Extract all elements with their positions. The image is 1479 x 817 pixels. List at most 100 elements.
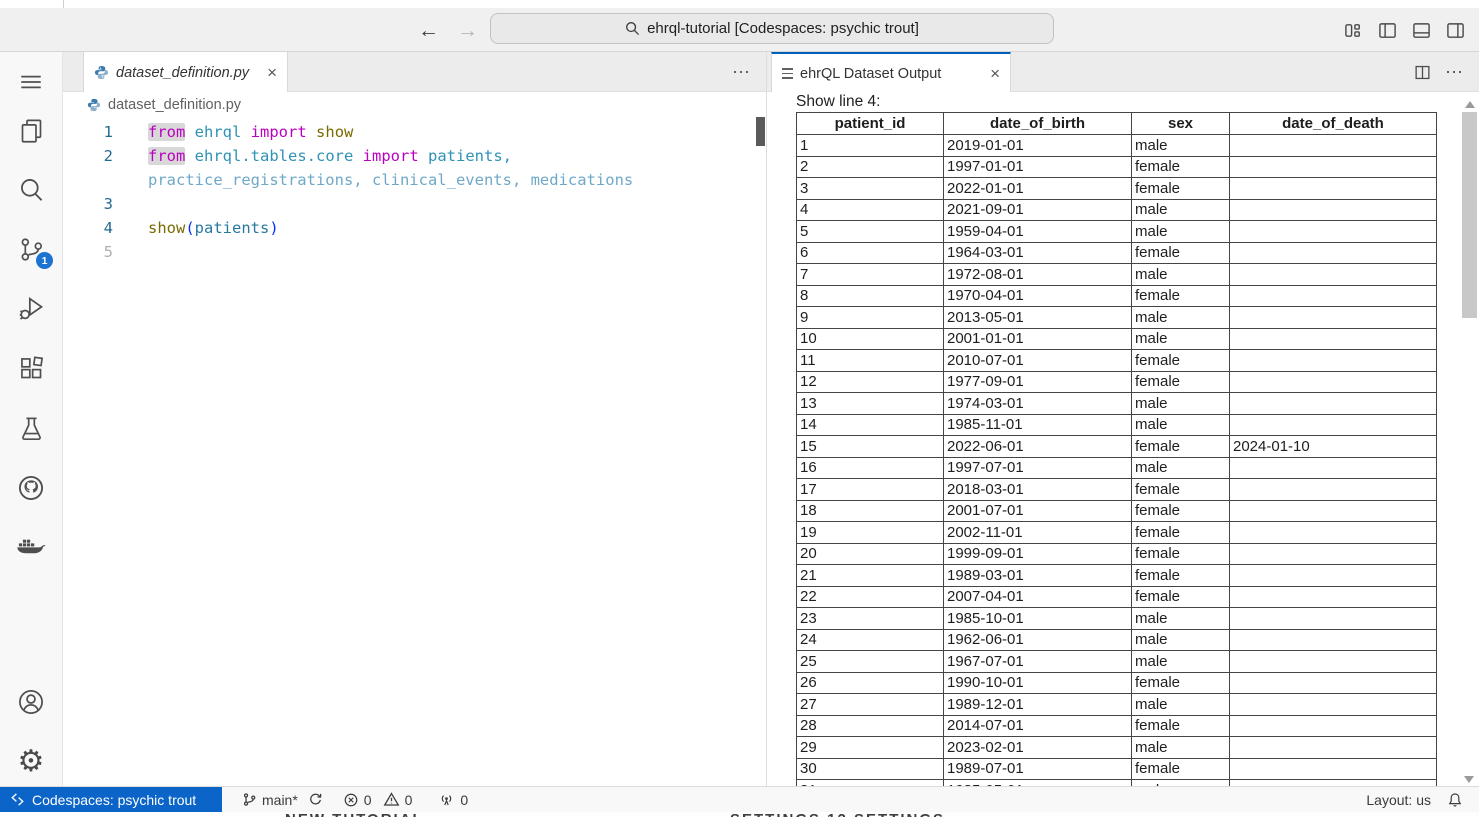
command-center[interactable]: ehrql-tutorial [Codespaces: psychic trou… xyxy=(490,13,1054,44)
remote-indicator[interactable]: Codespaces: psychic trout xyxy=(0,787,222,812)
table-cell xyxy=(1230,651,1437,673)
table-row: 12019-01-01male xyxy=(797,135,1437,157)
sidebar-item-source-control[interactable]: 1 xyxy=(0,225,62,273)
table-row: 251967-07-01male xyxy=(797,651,1437,673)
sidebar-item-extensions[interactable] xyxy=(0,344,62,392)
webview-scrollbar[interactable] xyxy=(1462,98,1477,786)
table-cell: 18 xyxy=(797,500,944,522)
table-cell: 14 xyxy=(797,414,944,436)
branch-label: main* xyxy=(262,792,298,808)
table-cell xyxy=(1230,285,1437,307)
line-number[interactable]: 1 xyxy=(63,120,113,144)
table-cell: 4 xyxy=(797,199,944,221)
toggle-primary-sidebar-icon[interactable] xyxy=(1378,21,1397,40)
table-row: 92013-05-01male xyxy=(797,307,1437,329)
line-number[interactable]: 3 xyxy=(63,192,113,216)
table-cell: 23 xyxy=(797,608,944,630)
scrollbar-thumb[interactable] xyxy=(1462,112,1477,318)
tab-ehrql-dataset-output[interactable]: ehrQL Dataset Output × xyxy=(771,52,1011,93)
code-line[interactable]: 5 xyxy=(63,240,766,264)
table-row: 61964-03-01female xyxy=(797,242,1437,264)
editor-scrollbar[interactable] xyxy=(756,117,765,146)
close-icon[interactable]: × xyxy=(267,64,277,81)
accounts-button[interactable] xyxy=(0,678,62,726)
table-cell: 13 xyxy=(797,393,944,415)
table-cell: 1999-09-01 xyxy=(944,543,1132,565)
settings-button[interactable]: ⚙ xyxy=(0,738,62,786)
line-number[interactable]: 4 xyxy=(63,216,113,240)
split-editor-icon[interactable] xyxy=(1414,64,1431,81)
code-line[interactable]: 3 xyxy=(63,192,766,216)
code-line[interactable]: 2from ehrql.tables.core import patients, xyxy=(63,144,766,168)
toggle-panel-icon[interactable] xyxy=(1412,21,1431,40)
scroll-up-icon[interactable] xyxy=(1465,101,1475,108)
line-number[interactable]: 2 xyxy=(63,144,113,168)
sidebar-item-github[interactable] xyxy=(0,464,62,512)
vscode-window: ← → ehrql-tutorial [Codespaces: psychic … xyxy=(0,0,1479,817)
branch-status[interactable]: main* xyxy=(242,792,323,808)
sidebar-item-search[interactable] xyxy=(0,165,62,213)
table-cell: 2021-09-01 xyxy=(944,199,1132,221)
code-line[interactable]: practice_registrations, clinical_events,… xyxy=(63,168,766,192)
table-cell: 28 xyxy=(797,715,944,737)
line-number[interactable] xyxy=(63,168,113,192)
code-text: from ehrql import show xyxy=(148,120,353,144)
warning-count: 0 xyxy=(405,792,413,808)
table-cell xyxy=(1230,608,1437,630)
table-cell: 27 xyxy=(797,694,944,716)
table-cell: female xyxy=(1132,436,1230,458)
sidebar-item-testing[interactable] xyxy=(0,404,62,452)
keyboard-layout-status[interactable]: Layout: us xyxy=(1366,792,1431,808)
table-cell: 6 xyxy=(797,242,944,264)
table-row: 102001-01-01male xyxy=(797,328,1437,350)
code-line[interactable]: 4 show(patients) xyxy=(63,216,766,240)
bell-icon[interactable] xyxy=(1447,792,1463,808)
ports-status[interactable]: 0 xyxy=(438,791,468,808)
status-bar: Codespaces: psychic trout main* 0 0 xyxy=(0,786,1479,812)
table-cell xyxy=(1230,264,1437,286)
table-cell: 25 xyxy=(797,651,944,673)
table-cell xyxy=(1230,715,1437,737)
docker-icon xyxy=(16,536,46,560)
broadcast-icon xyxy=(438,791,455,808)
table-cell: 22 xyxy=(797,586,944,608)
toggle-secondary-sidebar-icon[interactable] xyxy=(1446,21,1465,40)
table-row: 301989-07-01female xyxy=(797,758,1437,780)
table-row: 211989-03-01female xyxy=(797,565,1437,587)
table-cell xyxy=(1230,500,1437,522)
table-cell xyxy=(1230,737,1437,759)
customize-layout-icon[interactable] xyxy=(1344,21,1363,40)
tab-dataset-definition[interactable]: dataset_definition.py × xyxy=(83,52,288,93)
table-cell: 2001-07-01 xyxy=(944,500,1132,522)
table-row: 241962-06-01male xyxy=(797,629,1437,651)
table-cell: female xyxy=(1132,479,1230,501)
table-cell: 2013-05-01 xyxy=(944,307,1132,329)
problems-status[interactable]: 0 0 xyxy=(343,791,413,808)
table-cell: 3 xyxy=(797,178,944,200)
sidebar-item-run-debug[interactable] xyxy=(0,284,62,332)
table-cell: 15 xyxy=(797,436,944,458)
sidebar-item-docker[interactable] xyxy=(0,524,62,572)
code-text: show(patients) xyxy=(148,216,279,240)
code-editor[interactable]: 1 from ehrql import show2from ehrql.table… xyxy=(63,118,766,786)
table-cell xyxy=(1230,350,1437,372)
scroll-down-icon[interactable] xyxy=(1464,776,1474,783)
close-icon[interactable]: × xyxy=(990,65,1000,82)
table-cell: female xyxy=(1132,350,1230,372)
more-actions-icon[interactable]: ⋯ xyxy=(732,63,752,81)
more-actions-icon[interactable]: ⋯ xyxy=(1445,63,1465,81)
back-button[interactable]: ← xyxy=(418,20,439,41)
code-line[interactable]: 1 from ehrql import show xyxy=(63,120,766,144)
table-cell: 2 xyxy=(797,156,944,178)
table-cell: 29 xyxy=(797,737,944,759)
table-cell: male xyxy=(1132,629,1230,651)
activity-bar: 1 xyxy=(0,52,63,786)
sidebar-item-explorer[interactable] xyxy=(0,106,62,154)
divider xyxy=(63,0,64,8)
table-row: 292023-02-01male xyxy=(797,737,1437,759)
menu-button[interactable] xyxy=(0,58,62,106)
breadcrumb[interactable]: dataset_definition.py xyxy=(63,92,766,118)
line-number[interactable]: 5 xyxy=(63,240,113,264)
table-cell: 2024-01-10 xyxy=(1230,436,1437,458)
forward-button[interactable]: → xyxy=(457,20,478,41)
